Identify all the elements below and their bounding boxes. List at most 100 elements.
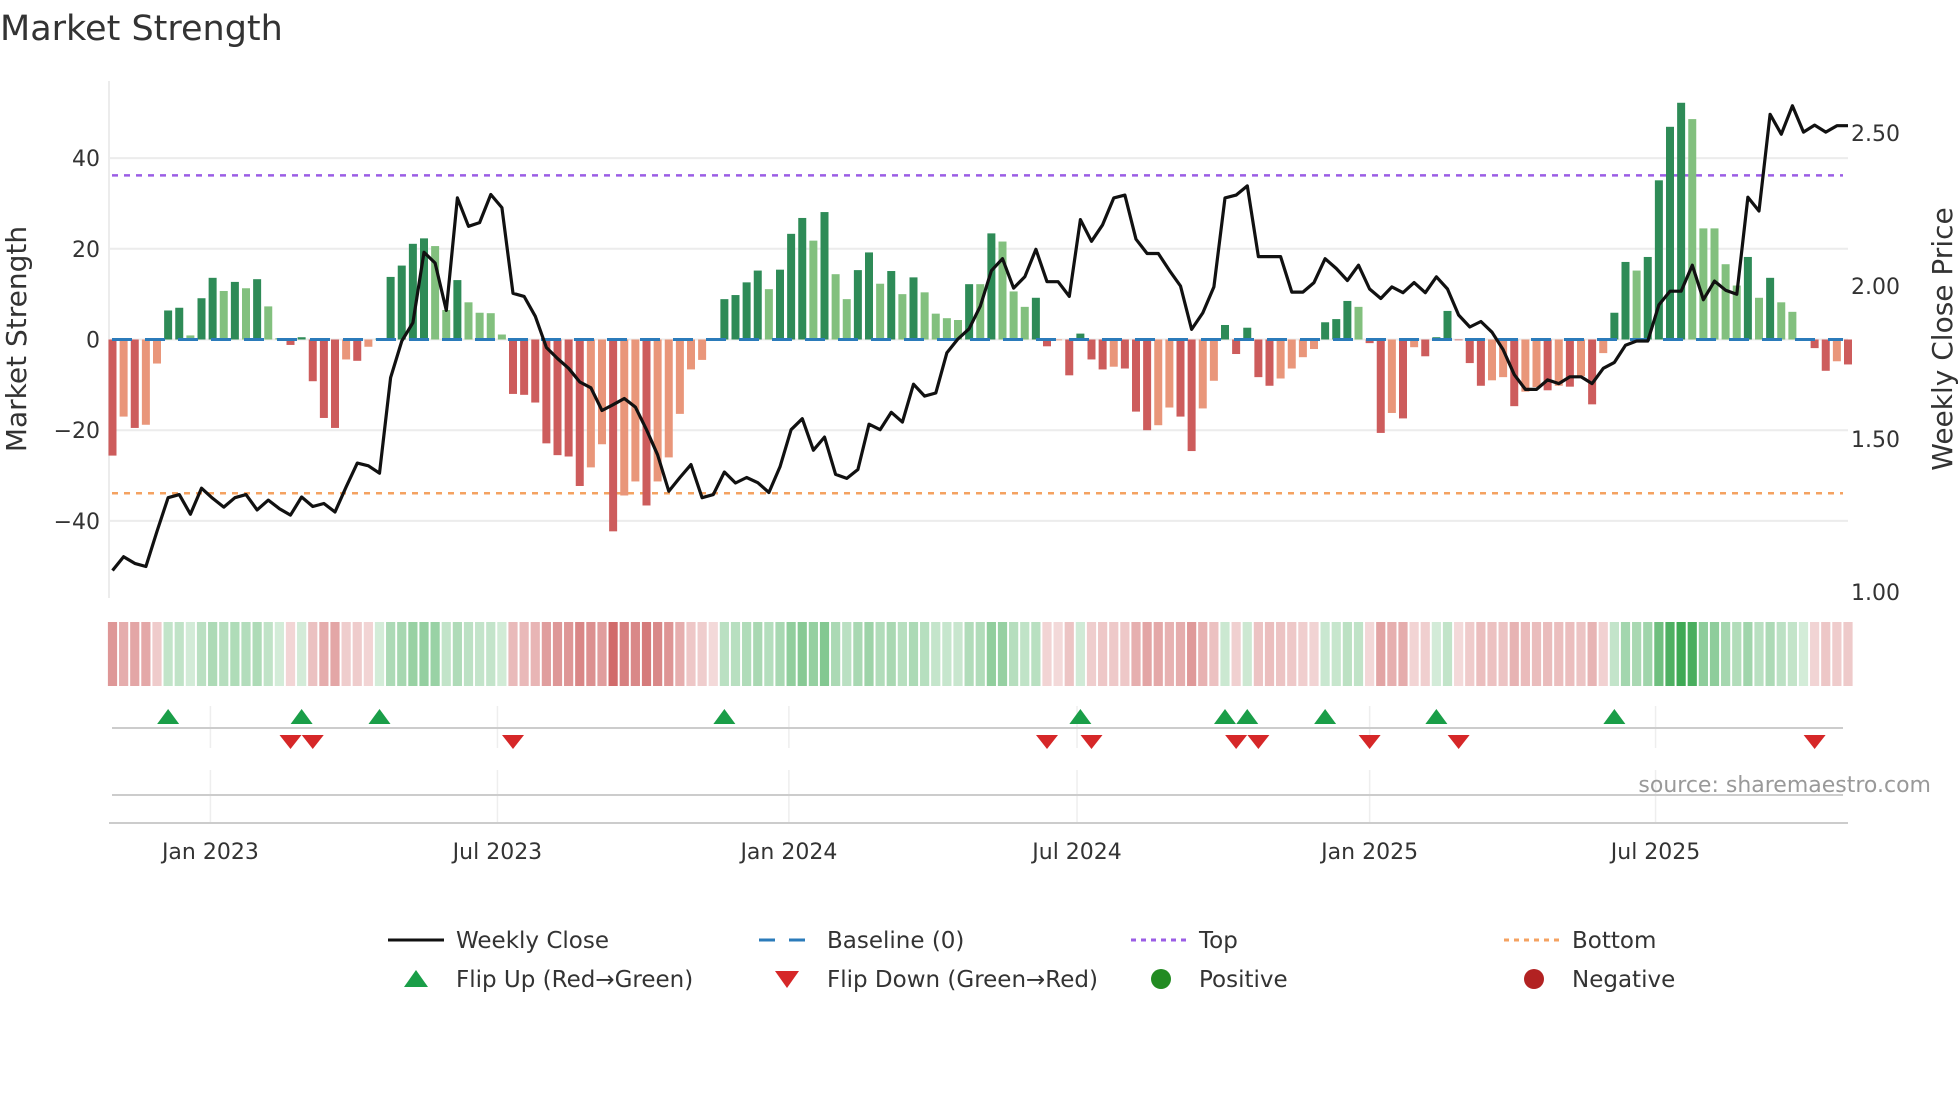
y2-tick-label: 1.00 bbox=[1851, 581, 1900, 606]
strength-bar bbox=[108, 339, 117, 456]
strip-cell bbox=[463, 622, 474, 686]
strip-cell bbox=[742, 622, 752, 686]
strip-cell bbox=[1420, 622, 1430, 686]
strip-cell bbox=[1476, 622, 1486, 686]
strip-cell bbox=[1576, 622, 1586, 686]
strength-bar bbox=[1209, 339, 1218, 381]
strength-bar bbox=[831, 274, 840, 340]
strip-cell bbox=[1320, 622, 1330, 686]
strength-bar bbox=[731, 295, 740, 340]
strength-bar bbox=[486, 313, 495, 340]
strip-cell bbox=[1042, 622, 1052, 686]
strip-cell bbox=[1531, 622, 1542, 686]
strength-bar bbox=[1743, 256, 1752, 340]
strip-cell bbox=[920, 622, 930, 686]
strength-bar bbox=[308, 339, 317, 382]
strip-cell bbox=[831, 622, 841, 686]
strip-cell bbox=[1698, 622, 1708, 686]
strip-cell bbox=[1387, 622, 1397, 686]
strip-cell bbox=[508, 622, 518, 686]
y-tick-label: 0 bbox=[86, 329, 100, 354]
strip-cell bbox=[1810, 622, 1820, 686]
strength-bar bbox=[942, 318, 951, 340]
flip-up-marker bbox=[1069, 709, 1092, 724]
y-tick-label: −20 bbox=[54, 419, 100, 444]
strip-cell bbox=[297, 622, 307, 686]
x-tick-label: Jul 2024 bbox=[1030, 840, 1122, 865]
strip-cell bbox=[1776, 622, 1786, 686]
strength-bar bbox=[1666, 126, 1674, 340]
strength-bar bbox=[1332, 319, 1341, 340]
strip-cell bbox=[252, 622, 262, 686]
strength-bar bbox=[1699, 228, 1708, 340]
strip-cell bbox=[653, 622, 663, 686]
strip-cell bbox=[1253, 622, 1263, 686]
strength-bar bbox=[542, 339, 551, 444]
strength-bar bbox=[1454, 339, 1463, 341]
strip-cell bbox=[964, 622, 974, 686]
strip-cell bbox=[853, 622, 863, 686]
flip-up-marker bbox=[157, 709, 180, 724]
strength-bar bbox=[987, 233, 996, 340]
left-axis-ticks: −40 −20 0 20 40 bbox=[54, 147, 100, 535]
legend-label: Flip Up (Red→Green) bbox=[456, 967, 693, 993]
legend-triangle-up-icon bbox=[404, 970, 428, 987]
flip-up-marker bbox=[1603, 709, 1626, 724]
strength-bar bbox=[1376, 339, 1385, 433]
strength-bar bbox=[1009, 291, 1018, 340]
flip-down-marker bbox=[1225, 735, 1248, 749]
strip-cell bbox=[1209, 622, 1219, 686]
strength-bar bbox=[1165, 339, 1174, 408]
strip-cell bbox=[1732, 622, 1742, 686]
flip-up-marker bbox=[1314, 709, 1337, 724]
strip-cell bbox=[842, 622, 852, 686]
strip-cell bbox=[1543, 622, 1553, 686]
strip-cell bbox=[1498, 622, 1508, 686]
strip-cell bbox=[597, 622, 607, 686]
strength-bar bbox=[1721, 264, 1730, 340]
strip-cell bbox=[1620, 622, 1631, 686]
strip-cell bbox=[764, 622, 774, 686]
strip-cell bbox=[897, 622, 907, 686]
strip-cell bbox=[1765, 622, 1775, 686]
strip-cell bbox=[1676, 622, 1686, 686]
strength-bar bbox=[853, 270, 862, 340]
strength-bar bbox=[675, 339, 684, 414]
y-tick-label: 40 bbox=[72, 147, 100, 172]
strength-bar bbox=[219, 290, 228, 340]
strip-cell bbox=[1276, 622, 1286, 686]
strip-cell bbox=[1198, 622, 1208, 686]
strip-cell bbox=[886, 622, 896, 686]
strength-bar bbox=[1821, 339, 1830, 371]
strip-cell bbox=[1287, 622, 1297, 686]
strip-cell bbox=[1298, 622, 1308, 686]
strength-bar bbox=[342, 339, 351, 360]
strip-cell bbox=[208, 622, 218, 686]
strength-bar bbox=[1232, 339, 1241, 355]
strength-bar bbox=[153, 339, 161, 364]
y2-tick-label: 1.50 bbox=[1851, 428, 1900, 453]
strength-bar bbox=[264, 306, 273, 340]
strip-cell bbox=[730, 622, 741, 686]
strength-heat-strip bbox=[107, 622, 1853, 686]
strength-bar bbox=[1143, 339, 1152, 431]
strength-bar bbox=[1221, 324, 1229, 340]
strip-cell bbox=[908, 622, 919, 686]
strength-bar bbox=[1298, 339, 1307, 358]
strip-cell bbox=[374, 622, 385, 686]
strip-cell bbox=[1231, 622, 1241, 686]
strength-bar bbox=[1777, 302, 1786, 340]
strength-bar bbox=[1465, 339, 1474, 364]
strip-cell bbox=[308, 622, 318, 686]
strength-bar bbox=[1154, 339, 1163, 426]
strip-cell bbox=[975, 622, 985, 686]
strength-bar bbox=[1265, 339, 1274, 386]
strip-cell bbox=[130, 622, 140, 686]
strength-bar bbox=[753, 270, 762, 340]
strength-bar bbox=[1120, 339, 1129, 369]
strength-bar bbox=[475, 312, 484, 340]
legend-label: Baseline (0) bbox=[827, 928, 964, 954]
strip-cell bbox=[330, 622, 340, 686]
strip-cell bbox=[641, 622, 652, 686]
strength-bar bbox=[230, 281, 239, 340]
